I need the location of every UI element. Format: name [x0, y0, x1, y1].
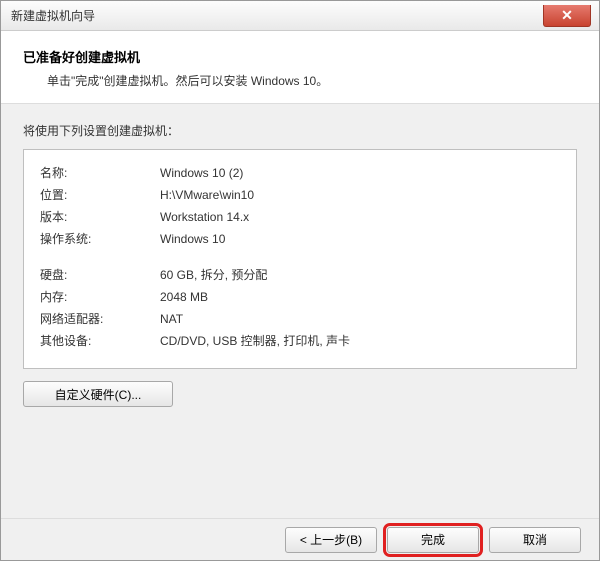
- summary-row: 其他设备: CD/DVD, USB 控制器, 打印机, 声卡: [40, 332, 560, 350]
- settings-summary: 名称: Windows 10 (2) 位置: H:\VMware\win10 版…: [23, 149, 577, 369]
- header-title: 已准备好创建虚拟机: [23, 47, 577, 66]
- intro-text: 将使用下列设置创建虚拟机：: [23, 122, 577, 139]
- row-label: 名称:: [40, 164, 160, 182]
- row-label: 硬盘:: [40, 266, 160, 284]
- cancel-button[interactable]: 取消: [489, 527, 581, 553]
- customize-row: 自定义硬件(C)...: [23, 381, 577, 407]
- window-title: 新建虚拟机向导: [11, 7, 95, 24]
- row-value: H:\VMware\win10: [160, 186, 560, 204]
- summary-row: 位置: H:\VMware\win10: [40, 186, 560, 204]
- back-button[interactable]: < 上一步(B): [285, 527, 377, 553]
- row-value: NAT: [160, 310, 560, 328]
- finish-button[interactable]: 完成: [387, 527, 479, 553]
- summary-row: 名称: Windows 10 (2): [40, 164, 560, 182]
- row-value: 60 GB, 拆分, 预分配: [160, 266, 560, 284]
- close-icon: ✕: [561, 8, 573, 22]
- row-value: 2048 MB: [160, 288, 560, 306]
- header-panel: 已准备好创建虚拟机 单击"完成"创建虚拟机。然后可以安装 Windows 10。: [1, 31, 599, 104]
- row-value: Workstation 14.x: [160, 208, 560, 226]
- row-label: 操作系统:: [40, 230, 160, 248]
- summary-row: 操作系统: Windows 10: [40, 230, 560, 248]
- titlebar: 新建虚拟机向导 ✕: [1, 1, 599, 31]
- customize-hardware-button[interactable]: 自定义硬件(C)...: [23, 381, 173, 407]
- row-label: 其他设备:: [40, 332, 160, 350]
- row-label: 内存:: [40, 288, 160, 306]
- row-value: CD/DVD, USB 控制器, 打印机, 声卡: [160, 332, 560, 350]
- row-label: 版本:: [40, 208, 160, 226]
- wizard-window: 新建虚拟机向导 ✕ 已准备好创建虚拟机 单击"完成"创建虚拟机。然后可以安装 W…: [0, 0, 600, 561]
- summary-row: 内存: 2048 MB: [40, 288, 560, 306]
- summary-row: 硬盘: 60 GB, 拆分, 预分配: [40, 266, 560, 284]
- close-button[interactable]: ✕: [543, 5, 591, 27]
- footer: < 上一步(B) 完成 取消: [1, 518, 599, 560]
- row-value: Windows 10 (2): [160, 164, 560, 182]
- summary-row: 版本: Workstation 14.x: [40, 208, 560, 226]
- row-label: 位置:: [40, 186, 160, 204]
- summary-row: 网络适配器: NAT: [40, 310, 560, 328]
- body-panel: 将使用下列设置创建虚拟机： 名称: Windows 10 (2) 位置: H:\…: [1, 104, 599, 518]
- row-label: 网络适配器:: [40, 310, 160, 328]
- row-value: Windows 10: [160, 230, 560, 248]
- header-subtitle: 单击"完成"创建虚拟机。然后可以安装 Windows 10。: [23, 72, 577, 89]
